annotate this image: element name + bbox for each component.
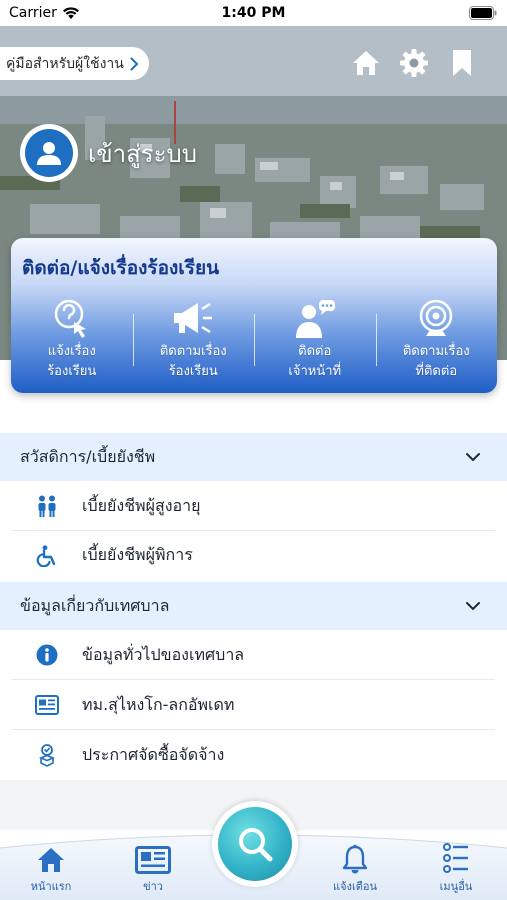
list-item-label: เบี้ยยังชีพผู้สูงอายุ: [82, 495, 201, 515]
chevron-down-icon: [466, 602, 480, 611]
settings-button[interactable]: [399, 48, 429, 78]
track-contact-label-1: ติดตามเรื่อง: [402, 344, 470, 359]
search-button[interactable]: [212, 801, 298, 887]
status-bar: Carrier 1:40 PM: [0, 0, 507, 26]
gear-icon: [400, 49, 428, 77]
bottom-tab-bar: หน้าแรก ข่าว แจ้งเตือน เมนูอื่น: [0, 801, 507, 900]
contact-staff-button[interactable]: ติดต่อ เจ้าหน้าที่: [254, 298, 376, 386]
tab-notifications-label: แจ้งเตือน: [333, 880, 377, 893]
track-contact-button[interactable]: ติดตามเรื่อง ที่ติดต่อ: [375, 298, 498, 386]
track-complaint-label-1: ติดตามเรื่อง: [159, 344, 227, 359]
webcam-icon: [420, 299, 453, 336]
info-icon: [36, 644, 58, 666]
header-actions: [351, 48, 477, 78]
welfare-section-title: สวัสดิการ/เบี้ยยังชีพ: [20, 446, 156, 466]
track-contact-label-2: ที่ติดต่อ: [415, 364, 458, 379]
tab-home-label: หน้าแรก: [30, 880, 72, 893]
report-complaint-button[interactable]: แจ้งเรื่อง ร้องเรียน: [11, 298, 133, 386]
home-icon: [38, 848, 64, 872]
clock: 1:40 PM: [221, 5, 286, 21]
megaphone-icon: [174, 302, 213, 334]
contact-staff-label-1: ติดต่อ: [298, 344, 332, 359]
user-icon: [37, 142, 61, 165]
list-item-label: ข้อมูลทั่วไปของเทศบาล: [82, 644, 245, 664]
chevron-right-icon: [130, 57, 139, 70]
menu-list-icon: [443, 843, 468, 873]
newspaper-icon: [135, 846, 171, 874]
staff-chat-icon: [295, 300, 335, 338]
avatar: [20, 124, 78, 182]
list-item-elderly-allowance[interactable]: เบี้ยยังชีพผู้สูงอายุ: [12, 482, 495, 531]
elderly-couple-icon: [38, 495, 56, 517]
tab-news-label: ข่าว: [143, 880, 163, 893]
card-title: ติดต่อ/แจ้งเรื่องร้องเรียน: [22, 257, 220, 279]
user-guide-label: คู่มือสำหรับผู้ใช้งาน: [6, 55, 124, 72]
welfare-section-header[interactable]: สวัสดิการ/เบี้ยยังชีพ: [0, 433, 507, 481]
list-item-label: ประกาศจัดซื้อจัดจ้าง: [82, 745, 225, 764]
tab-more-label: เมนูอื่น: [439, 880, 473, 893]
list-item-label: ทม.สุไหงโก-ลกอัพเดท: [82, 694, 235, 714]
list-item-label: เบี้ยยังชีพผู้พิการ: [82, 545, 193, 564]
procurement-icon: [38, 743, 56, 767]
touch-question-icon: [54, 299, 86, 338]
municipality-section-title: ข้อมูลเกี่ยวกับเทศบาล: [20, 595, 170, 615]
bookmark-icon: [453, 50, 471, 76]
user-guide-button[interactable]: คู่มือสำหรับผู้ใช้งาน: [0, 47, 149, 80]
tab-more[interactable]: เมนูอื่น: [416, 840, 496, 895]
list-item-disability-allowance[interactable]: เบี้ยยังชีพผู้พิการ: [12, 531, 495, 580]
tab-home[interactable]: หน้าแรก: [11, 840, 91, 895]
search-icon: [239, 828, 273, 862]
bell-icon: [342, 844, 368, 874]
wheelchair-icon: [36, 544, 56, 567]
list-item-general-info[interactable]: ข้อมูลทั่วไปของเทศบาล: [12, 631, 495, 680]
list-item-procurement[interactable]: ประกาศจัดซื้อจัดจ้าง: [12, 731, 495, 780]
login-button[interactable]: เข้าสู่ระบบ: [20, 124, 197, 182]
login-label: เข้าสู่ระบบ: [88, 139, 197, 168]
report-complaint-label-1: แจ้งเรื่อง: [47, 344, 96, 359]
municipality-section-header[interactable]: ข้อมูลเกี่ยวกับเทศบาล: [0, 582, 507, 630]
list-item-news-update[interactable]: ทม.สุไหงโก-ลกอัพเดท: [12, 681, 495, 730]
contact-staff-label-2: เจ้าหน้าที่: [288, 364, 342, 379]
track-complaint-button[interactable]: ติดตามเรื่อง ร้องเรียน: [132, 298, 255, 386]
tab-news[interactable]: ข่าว: [113, 840, 193, 895]
battery-icon: [469, 6, 497, 20]
tab-notifications[interactable]: แจ้งเตือน: [315, 840, 395, 895]
bookmark-button[interactable]: [447, 48, 477, 78]
newspaper-icon: [35, 695, 59, 715]
home-button[interactable]: [351, 48, 381, 78]
track-complaint-label-2: ร้องเรียน: [168, 364, 218, 379]
home-icon: [353, 51, 379, 75]
complaint-contact-card: ติดต่อ/แจ้งเรื่องร้องเรียน แจ้งเรื่อง ร้…: [11, 238, 497, 393]
report-complaint-label-2: ร้องเรียน: [47, 364, 97, 379]
chevron-down-icon: [466, 453, 480, 462]
